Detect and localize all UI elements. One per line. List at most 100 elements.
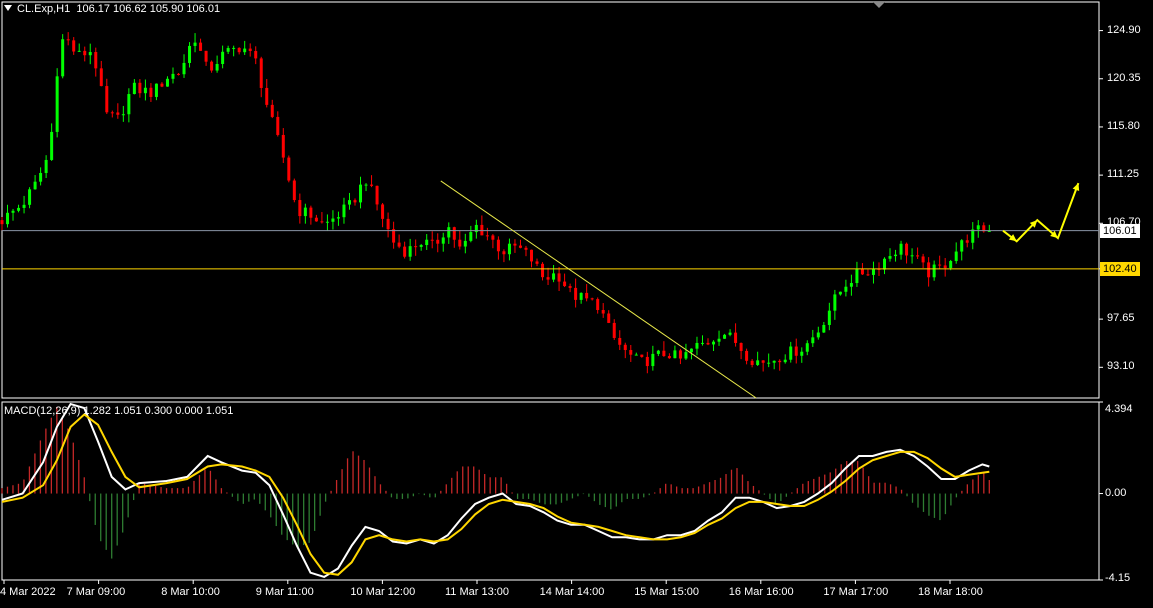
symbol-header: CL.Exp,H1 106.17 106.62 105.90 106.01 <box>4 3 220 15</box>
candle-body <box>419 245 423 247</box>
candle-body <box>61 39 65 77</box>
candle-body <box>596 299 600 311</box>
candle-body <box>44 159 48 173</box>
candle-body <box>739 342 743 351</box>
ohlc-values: 106.17 106.62 105.90 106.01 <box>76 3 221 15</box>
candle-body <box>193 42 197 46</box>
price-axis-label: 115.80 <box>1107 119 1140 132</box>
trendline <box>440 180 757 399</box>
candle-body <box>563 281 567 287</box>
candle-body <box>518 245 522 248</box>
candle-body <box>827 310 831 325</box>
candle-body <box>645 356 649 367</box>
candle-body <box>905 243 909 256</box>
candle-body <box>883 258 887 270</box>
macd-title: MACD(12,26,9) <box>4 405 81 417</box>
candle-body <box>425 239 429 246</box>
candle-body <box>700 342 704 344</box>
candle-body <box>530 249 534 262</box>
price-axis-label: 111.25 <box>1107 168 1140 181</box>
candle-body <box>359 184 363 203</box>
candle-body <box>552 273 556 280</box>
candle-body <box>447 227 451 238</box>
candle-body <box>0 220 4 225</box>
candle-body <box>590 298 594 300</box>
forecast-arrows <box>1002 182 1080 243</box>
candle-body <box>298 200 302 217</box>
candle-body <box>39 172 43 182</box>
candle-body <box>248 48 252 52</box>
candle-body <box>673 350 677 359</box>
candle-body <box>320 221 324 223</box>
candle-body <box>574 287 578 300</box>
candle-body <box>656 350 660 354</box>
candle-body <box>243 48 247 53</box>
candle-body <box>370 184 374 186</box>
candle-body <box>485 235 489 237</box>
candle-body <box>17 207 21 211</box>
candle-body <box>767 362 771 364</box>
candle-body <box>987 231 991 233</box>
candle-body <box>568 286 572 288</box>
candle-body <box>259 58 263 88</box>
price-pane-frame <box>1 1 1100 399</box>
candle-body <box>496 239 500 252</box>
candle-body <box>507 243 511 255</box>
candle-body <box>783 359 787 363</box>
macd-header: MACD(12,26,9) 1.282 1.051 0.300 0.000 1.… <box>4 405 233 417</box>
candle-body <box>254 51 258 59</box>
candle-body <box>149 87 153 97</box>
candle-body <box>623 344 627 351</box>
candle-body <box>386 218 390 230</box>
time-axis-label: 10 Mar 12:00 <box>350 586 416 598</box>
candle-body <box>232 47 236 49</box>
candle-body <box>33 181 37 190</box>
candle-body <box>932 264 936 278</box>
candle-body <box>640 354 644 357</box>
candle-body <box>794 346 798 356</box>
candle-body <box>871 268 875 275</box>
candle-body <box>502 251 506 255</box>
candle-body <box>949 261 953 269</box>
candle-body <box>927 262 931 278</box>
macd-axis-label: 4.394 <box>1105 403 1133 415</box>
candle-body <box>728 332 732 335</box>
candle-body <box>546 277 550 280</box>
candle-body <box>800 351 804 356</box>
candle-body <box>436 239 440 244</box>
candle-body <box>535 261 539 264</box>
macd-axis-label: 0.00 <box>1105 486 1127 499</box>
chart-window[interactable]: CL.Exp,H1 106.17 106.62 105.90 106.01 MA… <box>0 0 1153 603</box>
candle-body <box>938 264 942 266</box>
dropdown-triangle-icon[interactable] <box>4 5 12 11</box>
candle-body <box>154 83 158 97</box>
candle-body <box>94 52 98 69</box>
candle-body <box>110 112 114 114</box>
candle-body <box>849 283 853 287</box>
candle-body <box>899 243 903 255</box>
candle-body <box>960 240 964 252</box>
support-level-tag: 102.40 <box>1100 261 1140 276</box>
candle-body <box>392 229 396 243</box>
candle-body <box>397 242 401 247</box>
candle-body <box>165 78 169 87</box>
candle-body <box>182 62 186 75</box>
time-axis-label: 14 Mar 14:00 <box>539 586 605 598</box>
candle-body <box>667 356 671 359</box>
chart-canvas[interactable] <box>0 0 1153 603</box>
candle-body <box>921 256 925 263</box>
candle-body <box>160 83 164 87</box>
candle-body <box>745 350 749 361</box>
candle-body <box>458 239 462 247</box>
candle-body <box>22 204 26 208</box>
candle-body <box>99 68 103 87</box>
candle-body <box>855 268 859 284</box>
candle-body <box>66 39 70 41</box>
price-axis-label: 124.90 <box>1107 23 1141 36</box>
price-candles <box>0 32 991 374</box>
forecast-path <box>1002 182 1080 243</box>
candle-body <box>77 50 81 52</box>
candle-body <box>331 218 335 222</box>
candle-body <box>171 73 175 79</box>
candle-body <box>221 51 225 64</box>
